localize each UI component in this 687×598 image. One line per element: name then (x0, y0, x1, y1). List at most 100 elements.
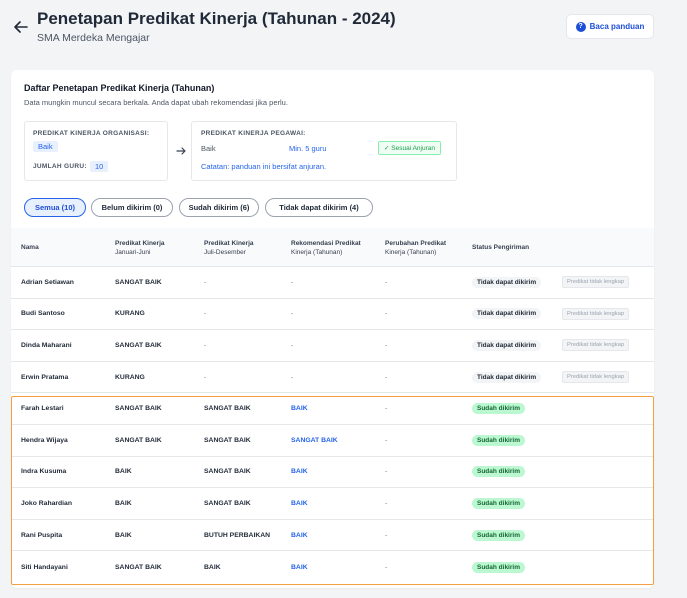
row-status: Sudah dikirim (472, 488, 525, 519)
tab-all[interactable]: Semua (10) (24, 198, 86, 217)
table-row: Adrian Setiawan SANGAT BAIK - - - Tidak … (11, 267, 654, 299)
row-name: Indra Kusuma (21, 468, 67, 476)
row-status: Tidak dapat dikirim (472, 299, 542, 330)
row-recommendation: - (291, 341, 294, 349)
column-header-status: Status Pengiriman (472, 244, 530, 251)
row-jul-dec: SANGAT BAIK (204, 499, 251, 507)
row-change: - (385, 405, 388, 413)
card-title: Daftar Penetapan Predikat Kinerja (Tahun… (24, 83, 215, 93)
row-note: Predikat tidak lengkap (562, 267, 630, 298)
row-name: Hendra Wijaya (21, 436, 68, 444)
row-recommendation[interactable]: BAIK (291, 393, 308, 424)
status-badge: Sudah dikirim (472, 561, 525, 573)
back-arrow-icon[interactable] (12, 18, 30, 36)
employee-predicate-label: PREDIKAT KINERJA PEGAWAI: (201, 130, 306, 137)
recommended-badge: ✓ Sesuai Anjuran (378, 141, 441, 155)
org-predicate-label: PREDIKAT KINERJA ORGANISASI: (33, 130, 150, 137)
help-icon: ? (575, 21, 586, 32)
teacher-count-value: 10 (90, 161, 109, 172)
row-jul-dec: - (204, 310, 207, 318)
employee-min-teachers: Min. 5 guru (289, 144, 327, 153)
page-subtitle: SMA Merdeka Mengajar (37, 32, 150, 44)
row-jul-dec: SANGAT BAIK (204, 405, 251, 413)
table-header: Nama Predikat Kinerja Januari-Juni Predik… (11, 228, 654, 267)
status-badge: Tidak dapat dikirim (472, 339, 542, 351)
table-row: Budi Santoso KURANG - - - Tidak dapat di… (11, 299, 654, 331)
table-row: Indra Kusuma BAIK SANGAT BAIK BAIK - Sud… (11, 457, 654, 489)
row-status: Sudah dikirim (472, 457, 525, 488)
row-jul-dec: - (204, 373, 207, 381)
column-header-recommendation: Rekomendasi Predikat Kinerja (Tahunan) (291, 240, 361, 256)
page-title: Penetapan Predikat Kinerja (Tahunan - 20… (37, 9, 396, 28)
row-jan-jun: SANGAT BAIK (115, 278, 162, 286)
table-row: Hendra Wijaya SANGAT BAIK SANGAT BAIK SA… (11, 425, 654, 457)
performance-card: Daftar Penetapan Predikat Kinerja (Tahun… (11, 70, 654, 588)
row-jul-dec: BAIK (204, 563, 221, 571)
row-recommendation: - (291, 310, 294, 318)
row-recommendation[interactable]: BAIK (291, 488, 308, 519)
org-predicate-value: Baik (33, 141, 58, 152)
row-name: Erwin Pratama (21, 373, 69, 381)
row-name: Rani Puspita (21, 531, 63, 539)
employee-predicate-box: PREDIKAT KINERJA PEGAWAI: Baik Min. 5 gu… (191, 121, 457, 181)
arrow-right-icon (176, 147, 186, 155)
row-name: Siti Handayani (21, 563, 68, 571)
row-jul-dec: - (204, 278, 207, 286)
table-row: Rani Puspita BAIK BUTUH PERBAIKAN BAIK -… (11, 520, 654, 552)
row-change: - (385, 310, 388, 318)
row-recommendation[interactable]: BAIK (291, 551, 308, 583)
table-row: Farah Lestari SANGAT BAIK SANGAT BAIK BA… (11, 393, 654, 425)
tab-sent[interactable]: Sudah dikirim (6) (179, 198, 259, 217)
row-note: Predikat tidak lengkap (562, 330, 630, 361)
incomplete-predicate-button: Predikat tidak lengkap (562, 339, 630, 352)
status-badge: Sudah dikirim (472, 434, 525, 446)
column-header-jul-dec: Predikat Kinerja Juli-Desember (204, 240, 254, 256)
row-status: Tidak dapat dikirim (472, 330, 542, 361)
row-status: Sudah dikirim (472, 425, 525, 456)
status-badge: Tidak dapat dikirim (472, 371, 542, 383)
incomplete-predicate-button: Predikat tidak lengkap (562, 307, 630, 320)
row-jan-jun: KURANG (115, 373, 145, 381)
row-jan-jun: SANGAT BAIK (115, 563, 162, 571)
row-name: Budi Santoso (21, 310, 65, 318)
row-change: - (385, 436, 388, 444)
row-jan-jun: BAIK (115, 531, 132, 539)
column-header-change: Perubahan Predikat Kinerja (Tahunan) (385, 240, 447, 256)
teacher-count-label: JUMLAH GURU: (33, 163, 87, 170)
tab-not-sent[interactable]: Belum dikirim (0) (91, 198, 173, 217)
row-note: Predikat tidak lengkap (562, 299, 630, 330)
row-status: Sudah dikirim (472, 520, 525, 551)
column-header-name: Nama (21, 244, 39, 251)
status-badge: Tidak dapat dikirim (472, 308, 542, 320)
status-badge: Sudah dikirim (472, 403, 525, 415)
row-change: - (385, 341, 388, 349)
row-recommendation: - (291, 373, 294, 381)
card-description: Data mungkin muncul secara berkala. Anda… (24, 98, 288, 107)
table-row: Dinda Maharani SANGAT BAIK - - - Tidak d… (11, 330, 654, 362)
row-jul-dec: SANGAT BAIK (204, 436, 251, 444)
row-name: Dinda Maharani (21, 341, 72, 349)
row-recommendation[interactable]: SANGAT BAIK (291, 425, 338, 456)
status-badge: Sudah dikirim (472, 497, 525, 509)
table-row: Erwin Pratama KURANG - - - Tidak dapat d… (11, 362, 654, 394)
row-jul-dec: BUTUH PERBAIKAN (204, 531, 271, 539)
page-header: Penetapan Predikat Kinerja (Tahunan - 20… (0, 0, 687, 60)
status-badge: Tidak dapat dikirim (472, 276, 542, 288)
row-change: - (385, 373, 388, 381)
table-row: Siti Handayani SANGAT BAIK BAIK BAIK - S… (11, 551, 654, 583)
row-status: Sudah dikirim (472, 393, 525, 424)
row-jan-jun: KURANG (115, 310, 145, 318)
row-name: Adrian Setiawan (21, 278, 74, 286)
row-status: Sudah dikirim (472, 551, 525, 583)
row-jan-jun: SANGAT BAIK (115, 341, 162, 349)
row-change: - (385, 563, 388, 571)
row-recommendation[interactable]: BAIK (291, 520, 308, 551)
read-guide-button[interactable]: ? Baca panduan (566, 14, 654, 39)
read-guide-label: Baca panduan (589, 22, 645, 31)
row-recommendation[interactable]: BAIK (291, 457, 308, 488)
row-change: - (385, 499, 388, 507)
status-badge: Sudah dikirim (472, 466, 525, 478)
row-jan-jun: BAIK (115, 468, 132, 476)
row-recommendation: - (291, 278, 294, 286)
tab-cannot-send[interactable]: Tidak dapat dikirim (4) (265, 198, 373, 217)
